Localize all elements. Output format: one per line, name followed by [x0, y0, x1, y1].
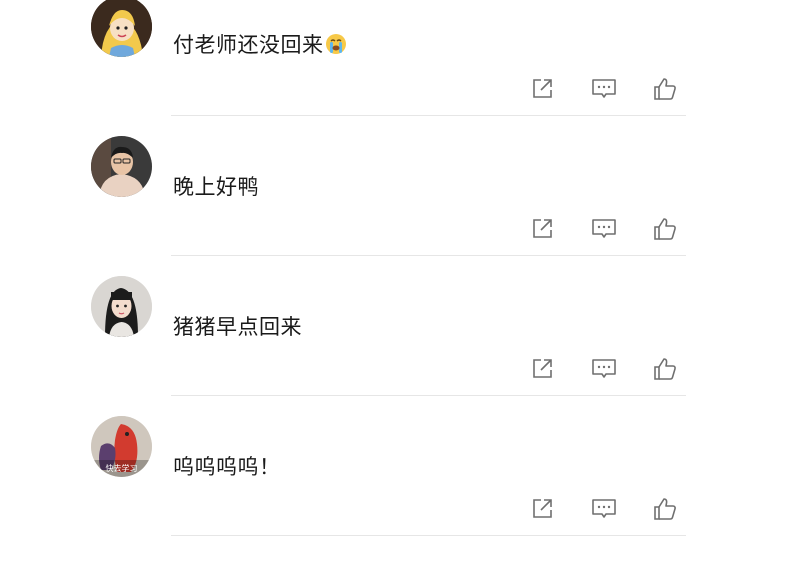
share-icon [533, 219, 552, 238]
reply-button[interactable] [589, 214, 619, 244]
comment-text: 猪猪早点回来 [173, 315, 302, 339]
avatar-caption: 快去学习 [106, 463, 138, 473]
comment-actions [527, 214, 687, 244]
comment-icon [592, 359, 616, 378]
thumbs-up-icon [654, 498, 676, 520]
share-icon [533, 79, 552, 98]
comment-item: 付老师还没回来 [0, 0, 803, 136]
thumbs-up-icon [654, 218, 676, 240]
comment-item: 晚上好鸭 [0, 136, 803, 276]
avatar-girl-photo [91, 276, 152, 337]
share-button[interactable] [527, 354, 557, 384]
divider [171, 395, 686, 396]
thumbs-up-icon [654, 358, 676, 380]
share-button[interactable] [527, 494, 557, 524]
avatar[interactable] [91, 136, 152, 197]
comment-actions [527, 494, 687, 524]
comment-text: 付老师还没回来 [173, 32, 347, 61]
comment-text: 晚上好鸭 [173, 175, 259, 199]
comment-item: 猪猪早点回来 [0, 276, 803, 416]
reply-button[interactable] [589, 494, 619, 524]
thumbs-up-icon [654, 78, 676, 100]
comment-actions [527, 74, 687, 104]
comment-text: 呜呜呜呜！ [173, 455, 281, 479]
avatar-man-photo [91, 136, 152, 197]
share-button[interactable] [527, 214, 557, 244]
reply-button[interactable] [589, 74, 619, 104]
share-icon [533, 359, 552, 378]
avatar-cartoon-girl [91, 0, 152, 57]
comment-actions [527, 354, 687, 384]
comment-icon [592, 79, 616, 98]
like-button[interactable] [650, 74, 680, 104]
crying-face-emoji [325, 33, 347, 61]
like-button[interactable] [650, 494, 680, 524]
comment-icon [592, 499, 616, 518]
reply-button[interactable] [589, 354, 619, 384]
avatar[interactable]: 快去学习 [91, 416, 152, 477]
avatar-toys: 快去学习 [91, 416, 152, 477]
like-button[interactable] [650, 214, 680, 244]
comment-text-content: 付老师还没回来 [173, 33, 324, 57]
avatar[interactable] [91, 0, 152, 57]
comment-item: 快去学习 呜呜呜呜！ [0, 416, 803, 556]
share-icon [533, 499, 552, 518]
divider [171, 255, 686, 256]
comment-icon [592, 219, 616, 238]
avatar[interactable] [91, 276, 152, 337]
divider [171, 535, 686, 536]
like-button[interactable] [650, 354, 680, 384]
share-button[interactable] [527, 74, 557, 104]
divider [171, 115, 686, 116]
